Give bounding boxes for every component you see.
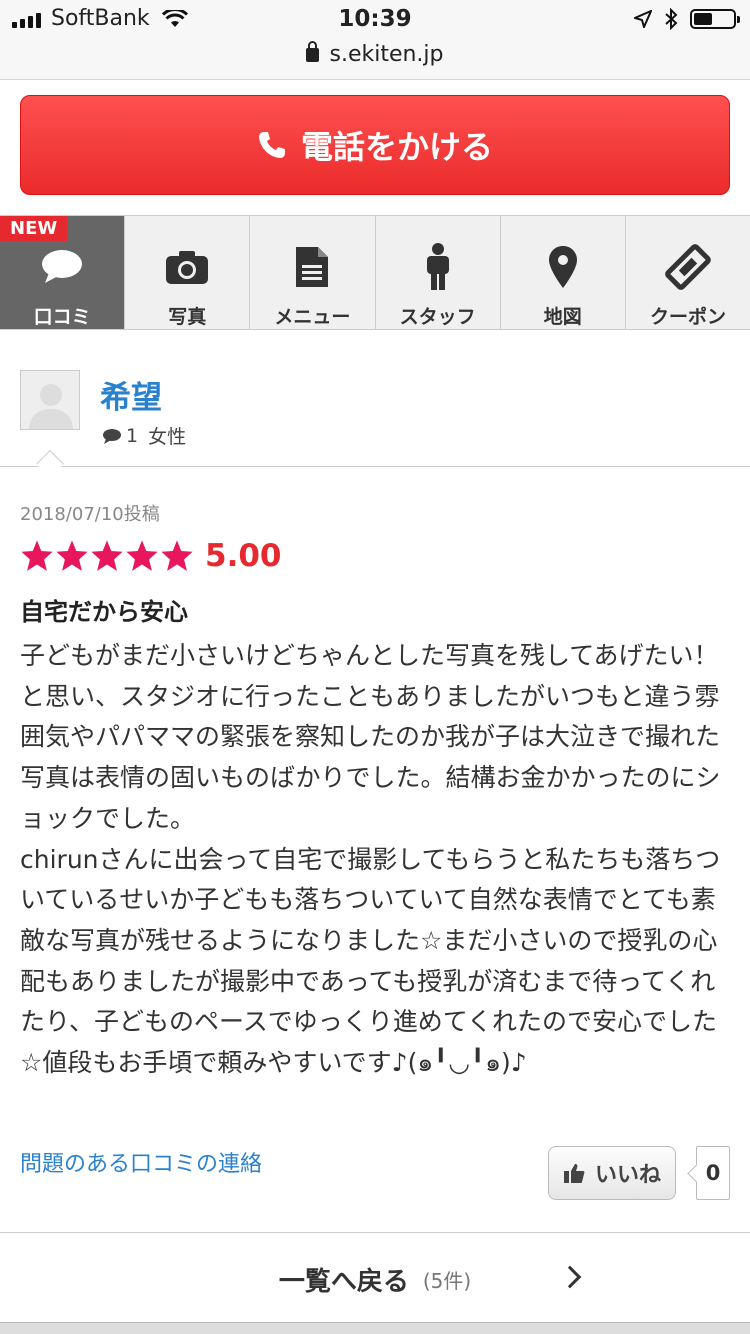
speech-bubble-icon — [42, 250, 83, 283]
back-to-list-button[interactable]: 一覧へ戻る (5件) — [0, 1232, 750, 1326]
report-review-link[interactable]: 問題のある口コミの連絡 — [20, 1146, 262, 1178]
camera-icon — [166, 251, 209, 284]
tab-label: 地図 — [543, 306, 582, 328]
tab-bar: NEW 口コミ 写真 メニュー スタッフ 地図 クーポン — [0, 215, 750, 330]
back-to-list-label: 一覧へ戻る — [278, 1267, 409, 1297]
tab-photos[interactable]: 写真 — [125, 216, 251, 329]
status-right — [634, 8, 740, 30]
reviewer-gender: 女性 — [148, 426, 187, 448]
tab-menu[interactable]: メニュー — [250, 216, 376, 329]
default-avatar-icon — [21, 371, 79, 429]
review-total-count: (5件) — [422, 1269, 472, 1293]
url-text: s.ekiten.jp — [329, 42, 444, 67]
person-icon — [426, 243, 449, 290]
tab-label: 写真 — [168, 306, 207, 328]
review-title: 自宅だから安心 — [20, 598, 188, 626]
thumbs-up-icon — [563, 1164, 585, 1183]
review-body: 子どもがまだ小さいけどちゃんとした写真を残してあげたい！と思い、スタジオに行った… — [20, 641, 721, 1078]
phone-icon — [258, 132, 285, 158]
bluetooth-icon — [665, 8, 678, 30]
like-count: 0 — [696, 1146, 730, 1200]
call-button-label: 電話をかける — [300, 128, 493, 166]
avatar[interactable] — [20, 370, 80, 430]
review-count: 1 — [126, 424, 139, 447]
tab-label: 口コミ — [33, 306, 91, 328]
comment-count-icon — [103, 428, 121, 444]
star-icon — [91, 540, 123, 571]
lock-icon — [306, 41, 320, 62]
address-bar[interactable]: s.ekiten.jp — [0, 41, 750, 67]
location-arrow-icon — [634, 10, 652, 28]
tab-label: クーポン — [649, 306, 726, 328]
rating-stars: 5.00 — [20, 538, 282, 574]
chevron-right-icon — [558, 1265, 582, 1289]
ticket-icon — [665, 244, 711, 290]
star-icon — [21, 540, 53, 571]
reviewer-name[interactable]: 希望 — [100, 372, 162, 417]
star-icon — [56, 540, 88, 571]
document-icon — [296, 247, 329, 287]
bottom-toolbar — [0, 1322, 750, 1334]
star-icon — [161, 540, 193, 571]
reviewer-meta: 1 女性 — [102, 422, 186, 449]
tab-reviews[interactable]: NEW 口コミ — [0, 216, 126, 329]
new-badge: NEW — [0, 216, 68, 241]
posted-date: 2018/07/10投稿 — [20, 504, 160, 525]
tab-map[interactable]: 地図 — [501, 216, 626, 329]
like-button[interactable]: いいね — [548, 1146, 676, 1200]
reviewer-header: 希望 1 女性 — [0, 330, 750, 479]
status-bar: SoftBank 10:39 s.ekiten.jp — [0, 0, 750, 80]
tab-coupons[interactable]: クーポン — [626, 216, 750, 329]
star-icon — [126, 540, 158, 571]
tab-label: スタッフ — [399, 306, 476, 328]
pointer-notch — [35, 449, 65, 479]
like-button-label: いいね — [594, 1163, 661, 1188]
call-button[interactable]: 電話をかける — [20, 95, 730, 195]
map-pin-icon — [548, 246, 577, 288]
rating-score: 5.00 — [205, 538, 282, 574]
tab-staff[interactable]: スタッフ — [376, 216, 501, 329]
battery-icon — [690, 9, 740, 29]
tab-label: メニュー — [274, 306, 351, 328]
